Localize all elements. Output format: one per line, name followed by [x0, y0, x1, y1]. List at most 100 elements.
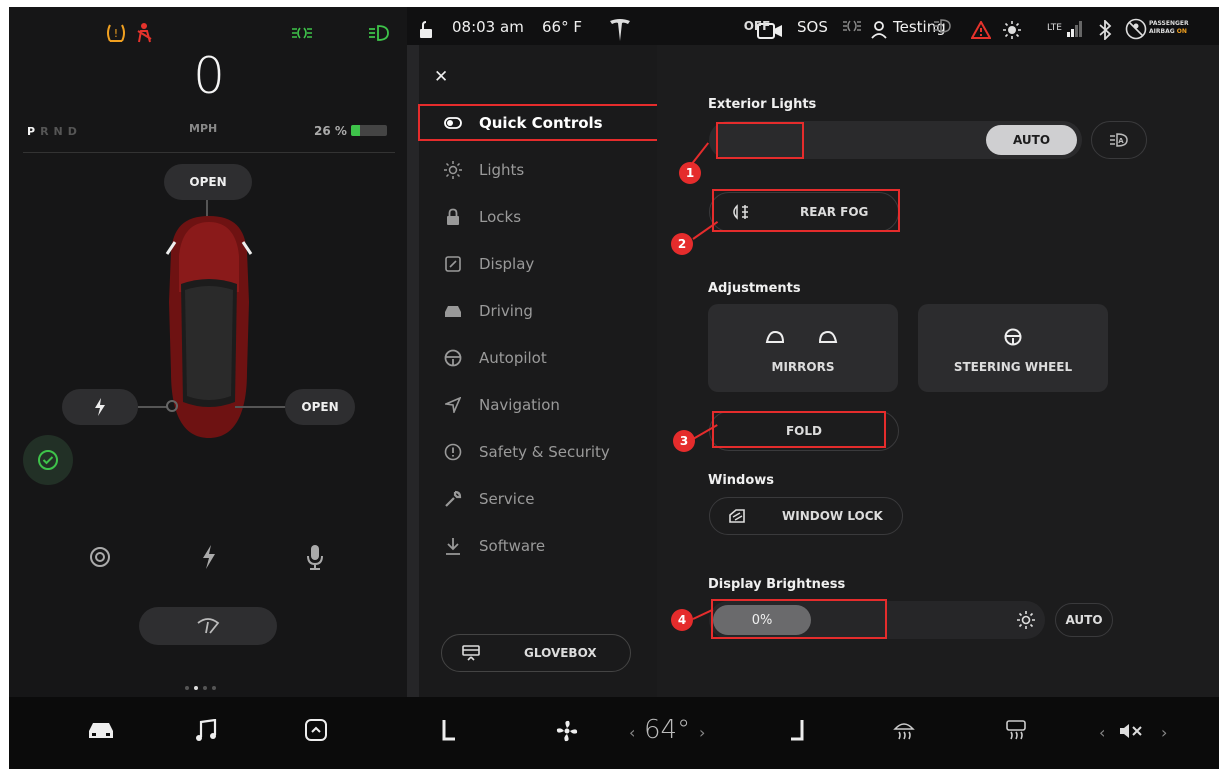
steering-icon	[443, 348, 463, 368]
lights-low-beam-option[interactable]	[899, 7, 985, 45]
rear-defrost-icon[interactable]	[1005, 719, 1027, 741]
highlight-quick-controls	[418, 104, 660, 141]
page-dot[interactable]	[194, 686, 198, 690]
annotation-badge-4: 4	[671, 609, 693, 631]
mirrors-tile[interactable]: MIRRORS	[708, 304, 898, 392]
close-icon[interactable]: ✕	[434, 67, 448, 87]
trunk-connector	[235, 406, 287, 408]
car-icon	[443, 301, 463, 321]
annotation-badge-1: 1	[679, 162, 701, 184]
lightning-icon	[95, 398, 105, 416]
glovebox-label: GLOVEBOX	[524, 646, 597, 660]
microphone-icon[interactable]	[306, 544, 324, 570]
wiper-icon	[197, 618, 220, 634]
window-lock-label: WINDOW LOCK	[782, 509, 883, 523]
passenger-airbag-status: PASSENGER AIRBAG ON	[1149, 20, 1189, 36]
driver-seat-icon[interactable]	[441, 719, 457, 745]
alert-icon	[443, 442, 463, 462]
menu-item-locks[interactable]: Locks	[419, 198, 657, 236]
brightness-icon	[1003, 21, 1021, 39]
menu-item-autopilot[interactable]: Autopilot	[419, 339, 657, 377]
annotation-badge-2: 2	[671, 233, 693, 255]
page-dot[interactable]	[203, 686, 207, 690]
fan-icon[interactable]	[555, 719, 579, 743]
menu-item-safety-security[interactable]: Safety & Security	[419, 433, 657, 471]
car-icon[interactable]	[87, 719, 115, 741]
music-icon[interactable]	[195, 719, 217, 743]
menu-item-label: Autopilot	[479, 349, 547, 367]
gear-selector: PRND	[27, 125, 82, 138]
menu-item-driving[interactable]: Driving	[419, 292, 657, 330]
camera-icon[interactable]	[89, 546, 111, 568]
menu-item-service[interactable]: Service	[419, 480, 657, 518]
sun-icon	[443, 160, 463, 180]
passenger-seat-icon[interactable]	[789, 719, 805, 745]
battery-percent: 26 %	[314, 124, 347, 138]
temp-increase-icon[interactable]: ›	[699, 723, 705, 742]
menu-item-navigation[interactable]: Navigation	[419, 386, 657, 424]
battery-indicator	[351, 125, 387, 136]
clock: 08:03 am	[452, 18, 524, 36]
volume-decrease-icon[interactable]: ‹	[1099, 723, 1105, 742]
lock-icon	[443, 207, 463, 227]
check-circle-icon	[38, 450, 58, 470]
menu-item-label: Navigation	[479, 396, 560, 414]
trunk-open-button[interactable]: OPEN	[285, 389, 355, 425]
door-unlocked-icon	[420, 21, 432, 38]
temp-decrease-icon[interactable]: ‹	[629, 723, 635, 742]
windows-title: Windows	[708, 473, 775, 488]
menu-item-software[interactable]: Software	[419, 527, 657, 565]
outside-temperature: 66° F	[542, 18, 582, 36]
vehicle-panel: ! 0 PRND MPH 26 % OPEN OPEN	[9, 7, 407, 697]
battery-fill	[351, 125, 361, 136]
menu-item-label: Safety & Security	[479, 443, 610, 461]
wiper-button[interactable]	[139, 607, 277, 645]
bluetooth-icon[interactable]	[1098, 20, 1112, 40]
tesla-logo-icon[interactable]	[609, 18, 631, 42]
lights-parking-option[interactable]	[809, 7, 895, 45]
lights-off-option[interactable]: OFF	[714, 7, 800, 45]
menu-item-lights[interactable]: Lights	[419, 151, 657, 189]
brightness-auto-button[interactable]: AUTO	[1055, 603, 1113, 637]
page-dot[interactable]	[212, 686, 216, 690]
menu-item-display[interactable]: Display	[419, 245, 657, 283]
volume-increase-icon[interactable]: ›	[1161, 723, 1167, 742]
window-lock-button[interactable]: WINDOW LOCK	[709, 497, 903, 535]
sun-icon	[1017, 611, 1035, 629]
airbag-state: ON	[1176, 28, 1187, 35]
window-lock-icon	[729, 509, 745, 523]
left-mirror-icon	[765, 330, 785, 343]
auto-high-beam-icon: A	[1110, 133, 1128, 147]
exterior-lights-title: Exterior Lights	[708, 97, 817, 112]
steering-wheel-tile[interactable]: STEERING WHEEL	[918, 304, 1108, 392]
parking-lights-icon	[843, 20, 861, 32]
steering-wheel-label: STEERING WHEEL	[953, 360, 1073, 374]
status-check[interactable]	[23, 435, 73, 485]
front-defrost-icon[interactable]	[893, 719, 915, 741]
airbag-label-line1: PASSENGER	[1149, 20, 1189, 27]
status-bar: 08:03 am 66° F SOS Testing LTE PASSENGER…	[9, 7, 1219, 45]
charge-port-marker	[166, 400, 178, 412]
gear-r: R	[40, 125, 54, 138]
menu-item-label: Service	[479, 490, 535, 508]
gear-n: N	[53, 125, 68, 138]
gear-p: P	[27, 125, 41, 138]
speed-readout: 0	[193, 47, 225, 105]
menu-item-label: Lights	[479, 161, 525, 179]
volume-muted-icon[interactable]	[1119, 723, 1143, 739]
glovebox-button[interactable]: GLOVEBOX	[441, 634, 631, 672]
charge-port-button[interactable]	[62, 389, 138, 425]
divider	[23, 152, 395, 153]
frunk-open-button[interactable]: OPEN	[164, 164, 252, 200]
lights-auto-option[interactable]: AUTO	[986, 125, 1077, 155]
menu-item-label: Locks	[479, 208, 522, 226]
apps-icon[interactable]	[305, 719, 327, 741]
svg-text:A: A	[1118, 137, 1124, 145]
lightning-icon[interactable]	[201, 545, 217, 569]
auto-high-beam-button[interactable]: A	[1091, 121, 1147, 159]
glovebox-icon	[462, 645, 480, 661]
right-mirror-icon	[818, 330, 838, 343]
page-dot[interactable]	[185, 686, 189, 690]
charge-connector	[138, 406, 168, 408]
low-beam-icon	[934, 19, 951, 33]
